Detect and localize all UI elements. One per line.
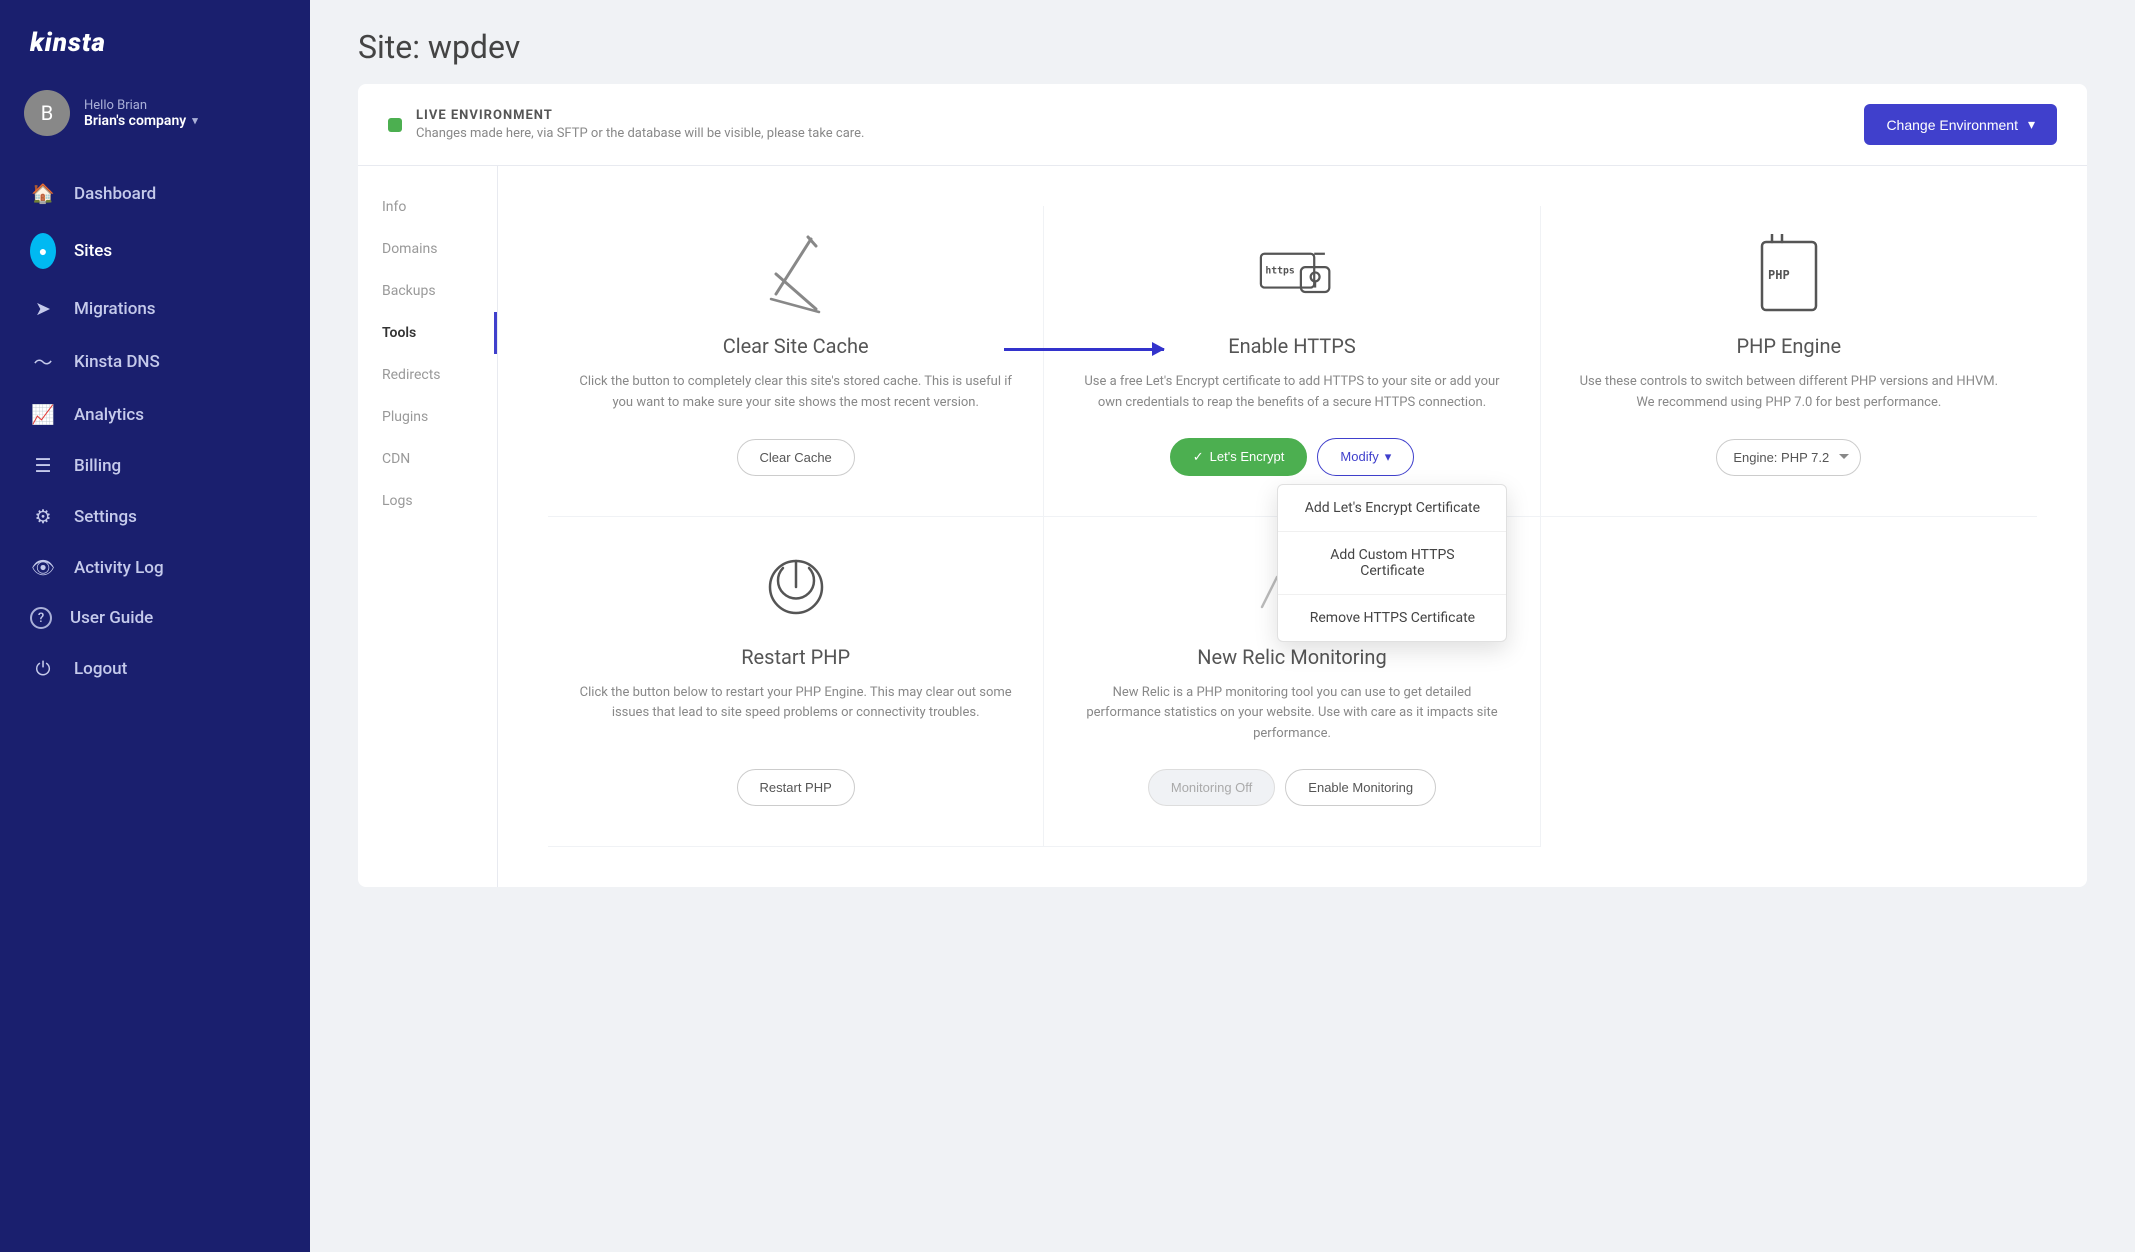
subnav-info[interactable]: Info [358,186,497,228]
sidebar-nav: 🏠 Dashboard ● Sites ➤ Migrations 〜 Kinst… [0,160,310,1252]
tools-panel: Clear Site Cache Click the button to com… [498,166,2087,887]
sidebar-item-user-guide[interactable]: ? User Guide [0,593,310,643]
sidebar-item-kinsta-dns[interactable]: 〜 Kinsta DNS [0,334,310,389]
modify-dropdown-wrapper: Modify ▾ Add Let's Encrypt Certificate A… [1317,438,1414,476]
subnav-domains[interactable]: Domains [358,228,497,270]
sidebar-item-analytics[interactable]: 📈 Analytics [0,389,310,440]
live-dot [388,118,402,132]
clear-cache-card: Clear Site Cache Click the button to com… [548,206,1044,517]
inner-layout: Info Domains Backups Tools Redirects Plu… [358,166,2087,887]
chevron-down-icon: ▾ [1385,449,1392,465]
dns-icon: 〜 [30,348,56,375]
company-label: Brian's company ▾ [84,113,198,129]
modify-dropdown-menu: Add Let's Encrypt Certificate Add Custom… [1277,484,1507,642]
remove-https-option[interactable]: Remove HTTPS Certificate [1278,594,1506,641]
restart-php-title: Restart PHP [741,645,850,669]
sidebar-logo: kinsta [0,0,310,78]
env-title: LIVE ENVIRONMENT [416,108,864,123]
subnav-plugins[interactable]: Plugins [358,396,497,438]
restart-php-card: Restart PHP Click the button below to re… [548,517,1044,847]
billing-icon: ☰ [30,454,56,477]
eye-icon: 👁 [30,556,56,579]
sidebar-item-settings[interactable]: ⚙ Settings [0,491,310,542]
php-engine-card: PHP PHP Engine Use these controls to swi… [1541,206,2037,517]
main-header: Site: wpdev [310,0,2135,84]
sidebar-item-label: Billing [74,456,121,476]
home-icon: 🏠 [30,182,56,205]
analytics-icon: 📈 [30,403,56,426]
svg-text:https: https [1265,265,1295,276]
sub-navigation: Info Domains Backups Tools Redirects Plu… [358,166,498,887]
restart-php-desc: Click the button below to restart your P… [578,683,1013,745]
add-custom-https-option[interactable]: Add Custom HTTPS Certificate [1278,531,1506,594]
clear-cache-desc: Click the button to completely clear thi… [578,372,1013,415]
restart-php-icon [756,547,836,627]
chevron-down-icon: ▾ [192,114,198,127]
php-engine-icon: PHP [1749,236,1829,316]
php-engine-desc: Use these controls to switch between dif… [1571,372,2007,415]
enable-monitoring-button[interactable]: Enable Monitoring [1285,769,1436,806]
sidebar-item-activity-log[interactable]: 👁 Activity Log [0,542,310,593]
svg-text:PHP: PHP [1768,268,1790,282]
logout-icon: ⏻ [30,657,56,680]
sidebar-item-label: Activity Log [74,558,164,578]
avatar: B [24,90,70,136]
sidebar-item-billing[interactable]: ☰ Billing [0,440,310,491]
subnav-backups[interactable]: Backups [358,270,497,312]
add-lets-encrypt-option[interactable]: Add Let's Encrypt Certificate [1278,485,1506,531]
migrations-icon: ➤ [30,297,56,320]
clear-cache-icon [756,236,836,316]
checkmark-icon: ✓ [1193,449,1204,465]
sidebar-user[interactable]: B Hello Brian Brian's company ▾ [0,78,310,160]
help-icon: ? [30,607,52,629]
user-info: Hello Brian Brian's company ▾ [84,98,198,129]
clear-cache-title: Clear Site Cache [723,334,869,358]
sidebar-item-label: Settings [74,507,137,527]
lets-encrypt-button[interactable]: ✓ Let's Encrypt [1170,438,1308,476]
sidebar-item-logout[interactable]: ⏻ Logout [0,643,310,694]
modify-button[interactable]: Modify ▾ [1317,438,1414,476]
subnav-tools[interactable]: Tools [358,312,497,354]
sidebar-item-label: Migrations [74,299,156,319]
chevron-down-icon: ▾ [2028,116,2035,133]
sidebar-item-sites[interactable]: ● Sites [0,219,310,283]
sites-icon: ● [30,233,56,269]
php-engine-select[interactable]: Engine: PHP 7.2 Engine: PHP 7.1 Engine: … [1716,439,1861,476]
tools-grid: Clear Site Cache Click the button to com… [548,206,2037,847]
dropdown-arrow [1004,348,1164,351]
enable-https-title: Enable HTTPS [1228,334,1355,358]
subnav-redirects[interactable]: Redirects [358,354,497,396]
sidebar-item-migrations[interactable]: ➤ Migrations [0,283,310,334]
clear-cache-button[interactable]: Clear Cache [737,439,855,476]
sidebar-item-label: Kinsta DNS [74,352,160,372]
enable-https-desc: Use a free Let's Encrypt certificate to … [1074,372,1509,414]
monitoring-off-button: Monitoring Off [1148,769,1275,806]
new-relic-title: New Relic Monitoring [1197,645,1386,669]
main-content: Site: wpdev LIVE ENVIRONMENT Changes mad… [310,0,2135,1252]
sidebar-item-label: Logout [74,659,127,679]
sidebar-item-label: Dashboard [74,184,156,204]
arrow-head [1152,342,1165,356]
environment-banner: LIVE ENVIRONMENT Changes made here, via … [358,84,2087,166]
enable-https-card: https Enable HTTPS Use a free Let's Encr… [1044,206,1540,517]
change-environment-button[interactable]: Change Environment ▾ [1864,104,2057,145]
restart-php-button[interactable]: Restart PHP [737,769,855,806]
settings-icon: ⚙ [30,505,56,528]
subnav-logs[interactable]: Logs [358,480,497,522]
sidebar-item-label: Sites [74,241,112,261]
new-relic-desc: New Relic is a PHP monitoring tool you c… [1074,683,1509,745]
env-description: Changes made here, via SFTP or the datab… [416,126,864,141]
sidebar: kinsta B Hello Brian Brian's company ▾ 🏠… [0,0,310,1252]
subnav-cdn[interactable]: CDN [358,438,497,480]
sidebar-item-label: User Guide [70,608,153,628]
sidebar-item-dashboard[interactable]: 🏠 Dashboard [0,168,310,219]
sidebar-item-label: Analytics [74,405,144,425]
page-title: Site: wpdev [358,28,2087,66]
greeting-label: Hello Brian [84,98,198,113]
content-area: LIVE ENVIRONMENT Changes made here, via … [310,84,2135,1252]
https-icon: https [1252,236,1332,316]
php-engine-title: PHP Engine [1737,334,1842,358]
